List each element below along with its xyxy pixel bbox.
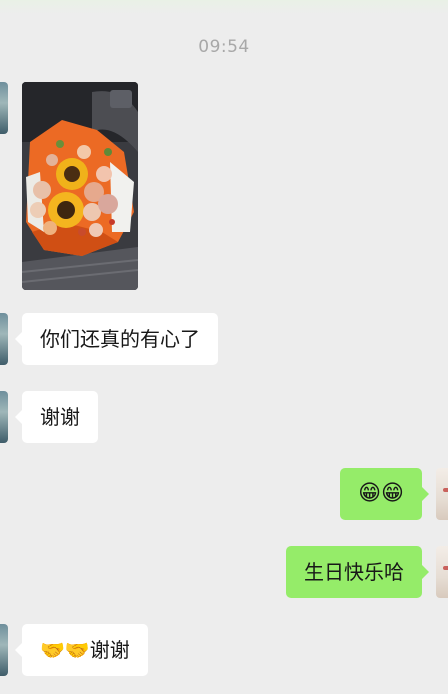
contact-avatar[interactable] — [0, 313, 8, 365]
message-row: 🤝🤝谢谢 — [0, 624, 448, 676]
flower-bouquet-photo[interactable] — [22, 82, 138, 290]
outgoing-message-bubble[interactable]: 生日快乐哈 — [286, 546, 429, 598]
user-avatar[interactable] — [436, 546, 448, 598]
message-row: 谢谢 — [0, 391, 448, 443]
incoming-message-bubble[interactable]: 谢谢 — [15, 391, 98, 443]
outgoing-message-bubble[interactable]: 😁😁 — [340, 468, 429, 520]
contact-avatar[interactable] — [0, 624, 8, 676]
avatar-detail — [443, 488, 448, 492]
message-timestamp: 09:54 — [198, 37, 250, 57]
bouquet-image — [22, 82, 138, 290]
user-avatar[interactable] — [436, 468, 448, 520]
incoming-message-bubble[interactable]: 🤝🤝谢谢 — [15, 624, 148, 676]
message-row: 你们还真的有心了 — [0, 313, 448, 365]
message-row-image — [0, 82, 448, 290]
incoming-message-bubble[interactable]: 你们还真的有心了 — [15, 313, 218, 365]
avatar-detail — [443, 566, 448, 570]
message-row: 生日快乐哈 — [0, 546, 448, 598]
contact-avatar[interactable] — [0, 391, 8, 443]
status-bar-strip — [0, 0, 448, 14]
message-row: 😁😁 — [0, 468, 448, 520]
contact-avatar[interactable] — [0, 82, 8, 134]
